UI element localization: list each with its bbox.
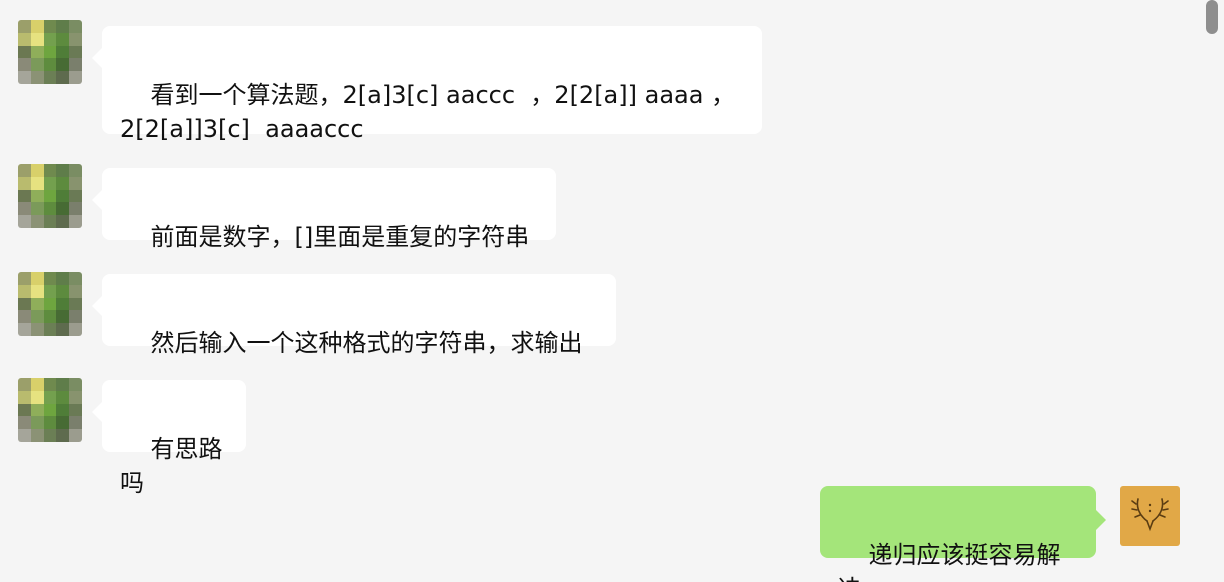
incoming-message-bubble[interactable]: 有思路吗 [92,380,246,497]
message-text: 然后输入一个这种格式的字符串，求输出 [150,329,583,357]
outgoing-message-bubble[interactable]: 递归应该挺容易解决 [820,486,1106,582]
contact-avatar[interactable] [18,378,82,442]
message-text: 有思路吗 [120,435,223,497]
scrollbar-thumb[interactable] [1206,0,1218,34]
contact-avatar[interactable] [18,164,82,228]
incoming-message-bubble[interactable]: 前面是数字，[]里面是重复的字符串 [92,168,556,251]
contact-avatar[interactable] [18,272,82,336]
incoming-message-bubble[interactable]: 看到一个算法题，2[a]3[c] aaccc ，2[2[a]] aaaa ， 2… [92,26,762,143]
antlers-crest-icon [1127,491,1173,541]
message-text: 前面是数字，[]里面是重复的字符串 [150,223,530,251]
incoming-message-bubble[interactable]: 然后输入一个这种格式的字符串，求输出 [92,274,616,357]
chat-window: 看到一个算法题，2[a]3[c] aaccc ，2[2[a]] aaaa ， 2… [0,0,1224,582]
message-text: 看到一个算法题，2[a]3[c] aaccc ，2[2[a]] aaaa ， 2… [120,81,736,143]
contact-avatar[interactable] [18,20,82,84]
message-text: 递归应该挺容易解决 [838,541,1061,582]
self-avatar[interactable] [1120,486,1180,546]
